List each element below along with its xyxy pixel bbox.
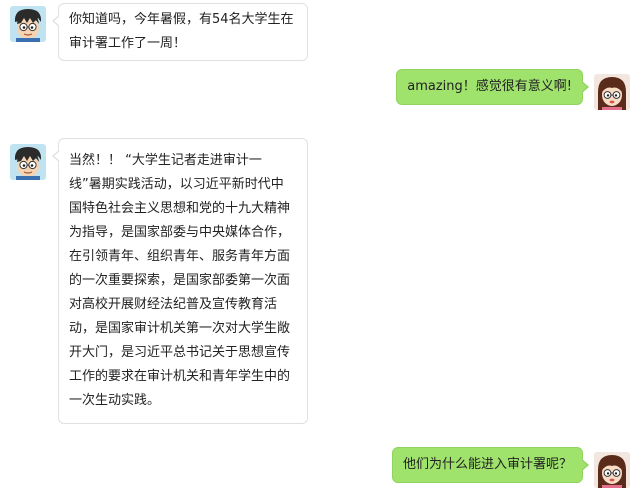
message-bubble: 他们为什么能进入审计署呢？	[391, 447, 590, 483]
boy-avatar-icon[interactable]	[10, 6, 46, 42]
message-sent: 他们为什么能进入审计署呢？	[0, 440, 640, 489]
message-bubble: 你知道吗，今年暑假，有54名大学生在 审计署工作了一周！	[52, 3, 308, 61]
chat-conversation: 你知道吗，今年暑假，有54名大学生在 审计署工作了一周！ amazing！感觉很…	[0, 0, 640, 489]
boy-avatar-icon[interactable]	[10, 144, 46, 180]
message-received: 你知道吗，今年暑假，有54名大学生在 审计署工作了一周！	[0, 0, 640, 61]
message-sent: amazing！感觉很有意义啊!	[0, 65, 640, 115]
girl-avatar-icon[interactable]	[594, 452, 630, 488]
message-bubble: amazing！感觉很有意义啊!	[396, 69, 589, 105]
girl-avatar-icon[interactable]	[594, 74, 630, 110]
message-received: 当然！！ “大学生记者走进审计一 线”暑期实践活动，以习近平新时代中 国特色社会…	[0, 135, 640, 435]
message-bubble: 当然！！ “大学生记者走进审计一 线”暑期实践活动，以习近平新时代中 国特色社会…	[52, 138, 308, 424]
